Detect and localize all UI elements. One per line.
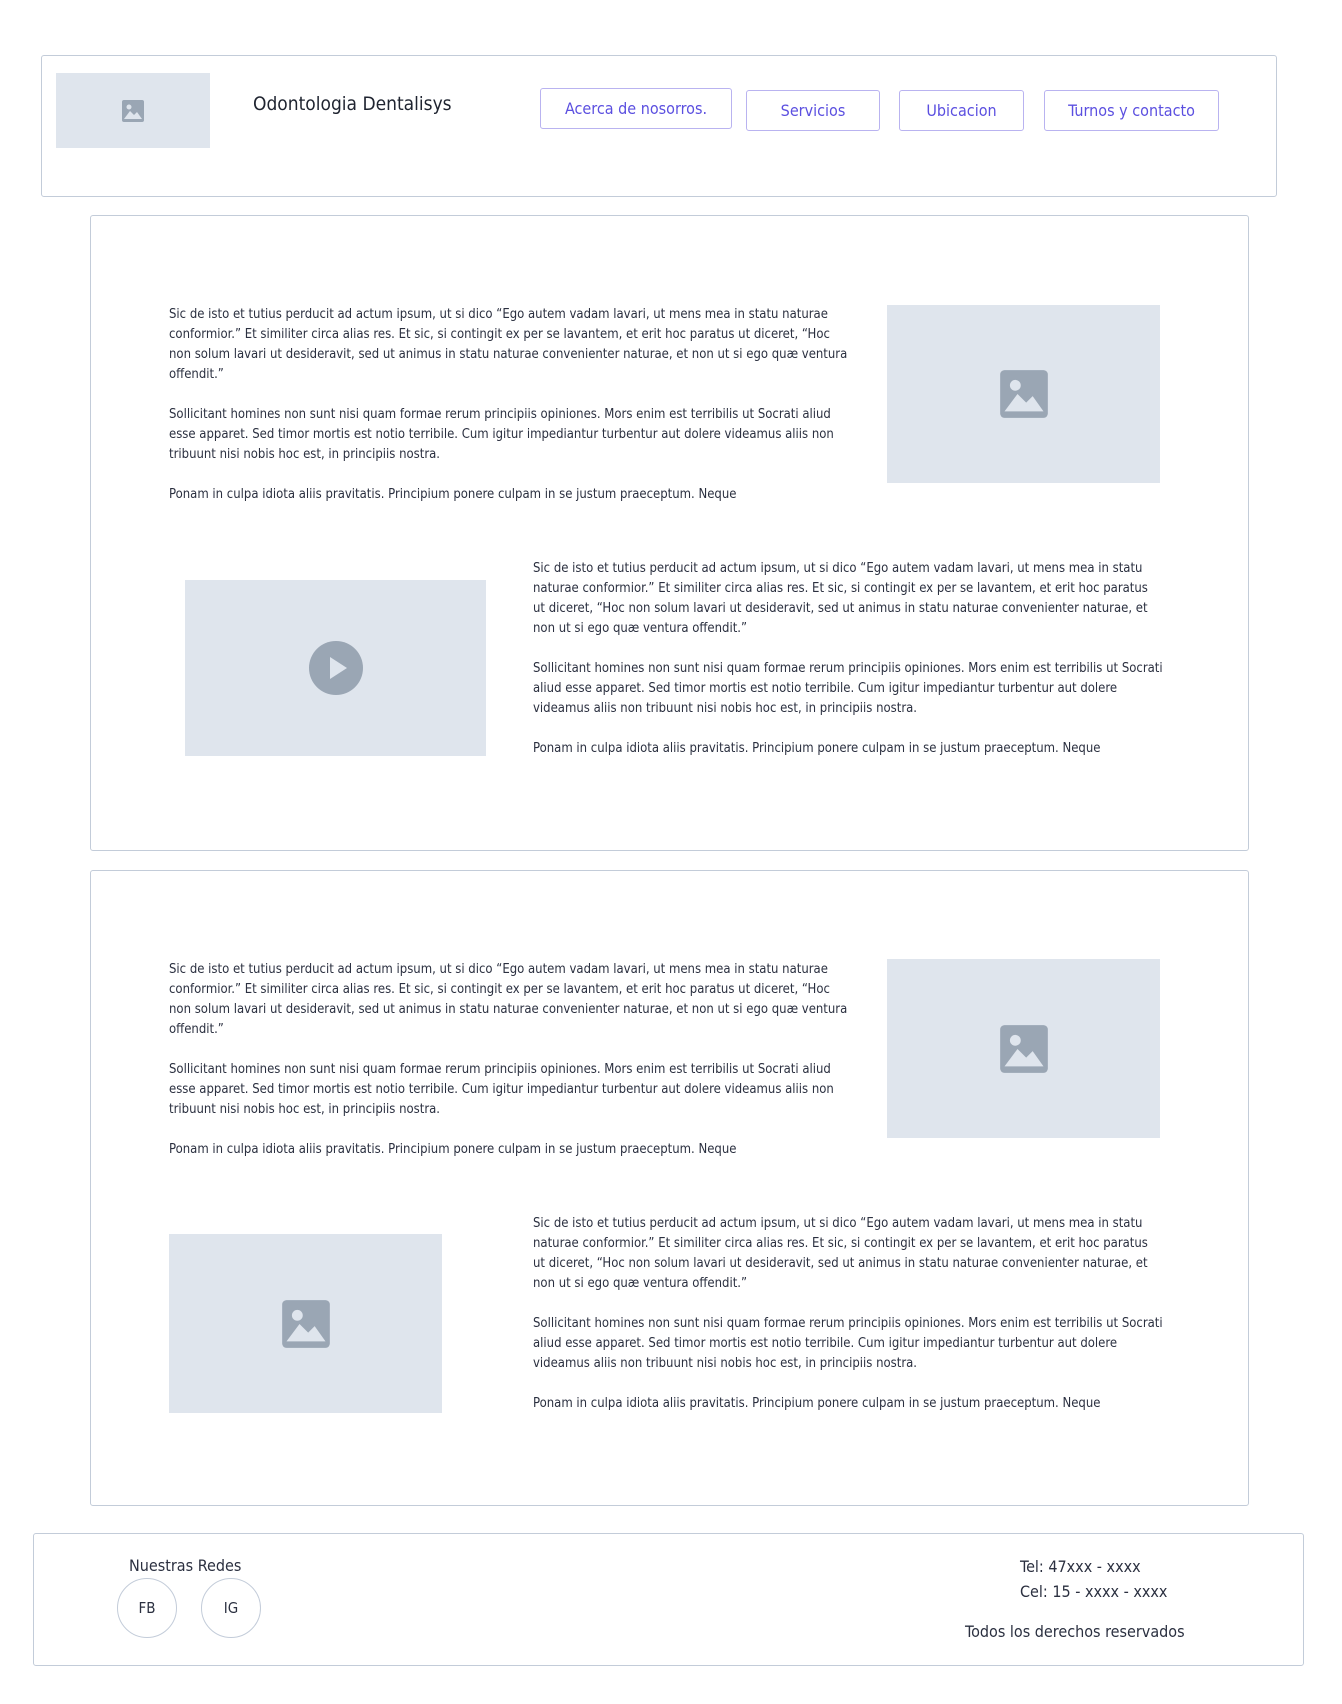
paragraph: Sic de isto et tutius perducit ad actum … bbox=[169, 307, 848, 382]
image-placeholder bbox=[169, 1234, 442, 1413]
section-2-text-1: Sic de isto et tutius perducit ad actum … bbox=[169, 960, 851, 1160]
paragraph: Sollicitant homines non sunt nisi quam f… bbox=[533, 1316, 1163, 1371]
paragraph: Sic de isto et tutius perducit ad actum … bbox=[169, 962, 848, 1037]
paragraph: Sic de isto et tutius perducit ad actum … bbox=[533, 1216, 1148, 1291]
section-1-text-1: Sic de isto et tutius perducit ad actum … bbox=[169, 305, 851, 505]
paragraph: Ponam in culpa idiota aliis pravitatis. … bbox=[533, 741, 1101, 756]
logo-placeholder bbox=[56, 73, 210, 148]
copyright-text: Todos los derechos reservados bbox=[965, 1622, 1185, 1641]
social-title: Nuestras Redes bbox=[129, 1556, 242, 1575]
paragraph: Sollicitant homines non sunt nisi quam f… bbox=[169, 1062, 834, 1117]
nav-turnos-button[interactable]: Turnos y contacto bbox=[1044, 90, 1219, 131]
image-icon bbox=[122, 99, 144, 122]
paragraph: Ponam in culpa idiota aliis pravitatis. … bbox=[533, 1396, 1101, 1411]
brand-name: Odontologia Dentalisys bbox=[253, 93, 452, 115]
image-icon bbox=[999, 1024, 1048, 1073]
paragraph: Ponam in culpa idiota aliis pravitatis. … bbox=[169, 1142, 737, 1157]
paragraph: Sic de isto et tutius perducit ad actum … bbox=[533, 561, 1148, 636]
cell-number: Cel: 15 - xxxx - xxxx bbox=[1020, 1582, 1168, 1601]
section-1-text-2: Sic de isto et tutius perducit ad actum … bbox=[533, 559, 1163, 759]
image-placeholder bbox=[887, 959, 1160, 1138]
play-icon[interactable] bbox=[308, 640, 364, 696]
nav-acerca-button[interactable]: Acerca de nosorros. bbox=[540, 88, 732, 129]
image-icon bbox=[999, 370, 1048, 418]
nav-servicios-button[interactable]: Servicios bbox=[746, 90, 880, 131]
instagram-button[interactable]: IG bbox=[201, 1578, 261, 1638]
paragraph: Sollicitant homines non sunt nisi quam f… bbox=[169, 407, 834, 462]
phone-number: Tel: 47xxx - xxxx bbox=[1020, 1557, 1141, 1576]
facebook-button[interactable]: FB bbox=[117, 1578, 177, 1638]
section-2-text-2: Sic de isto et tutius perducit ad actum … bbox=[533, 1214, 1163, 1414]
video-placeholder[interactable] bbox=[185, 580, 486, 756]
image-placeholder bbox=[887, 305, 1160, 483]
nav-ubicacion-button[interactable]: Ubicacion bbox=[899, 90, 1024, 131]
paragraph: Ponam in culpa idiota aliis pravitatis. … bbox=[169, 487, 737, 502]
paragraph: Sollicitant homines non sunt nisi quam f… bbox=[533, 661, 1163, 716]
image-icon bbox=[281, 1299, 330, 1348]
